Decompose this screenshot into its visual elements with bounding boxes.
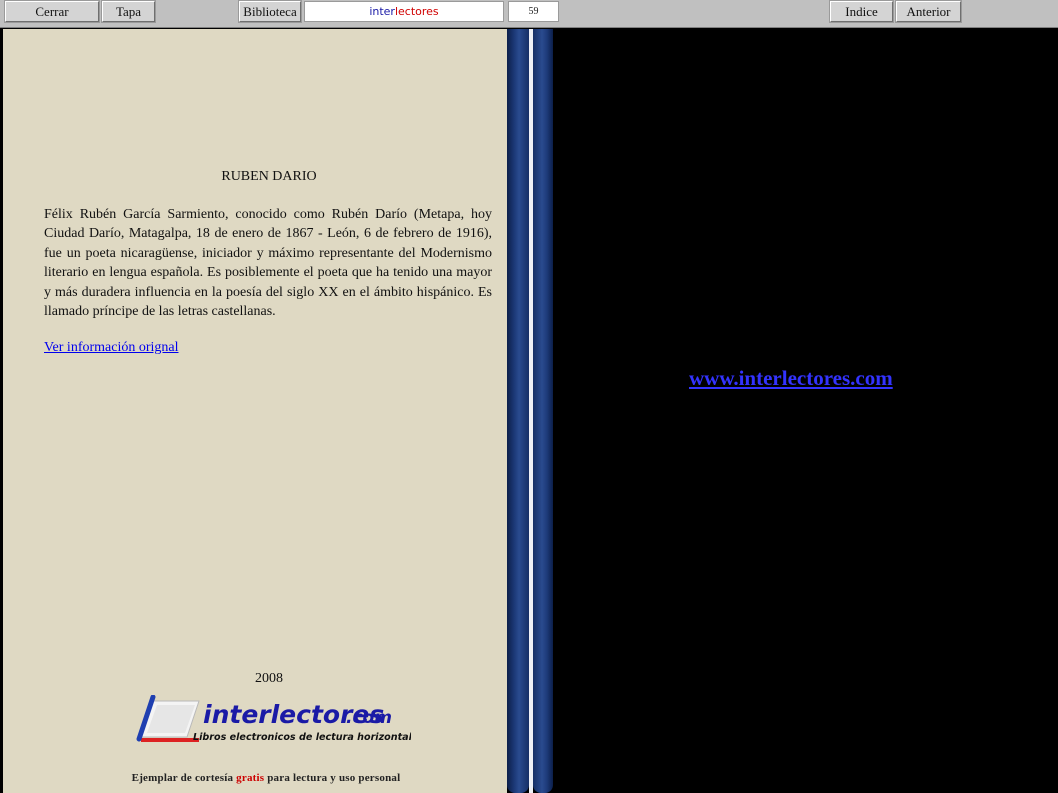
tapa-button[interactable]: Tapa [101, 0, 156, 23]
logo-red-strip [141, 738, 199, 742]
year-label: 2008 [255, 671, 283, 686]
brand-part2: lectores [394, 5, 439, 18]
cerrar-button[interactable]: Cerrar [4, 0, 100, 23]
footer-gratis: gratis [236, 772, 265, 784]
indice-button[interactable]: Indice [829, 0, 894, 23]
right-page [556, 29, 1058, 793]
original-info-link[interactable]: Ver información orignal [44, 340, 179, 356]
footer-text-1: Ejemplar de cortesía [131, 772, 234, 784]
biblioteca-button[interactable]: Biblioteca [238, 0, 302, 23]
website-link[interactable]: www.interlectores.com [689, 366, 893, 391]
courtesy-footer: Ejemplar de cortesía gratis para lectura… [3, 772, 529, 784]
spine-gap [495, 29, 507, 793]
book-spine-left [507, 29, 529, 793]
toolbar-brand: inter lectores [304, 1, 504, 22]
left-page: RUBEN DARIO Félix Rubén García Sarmiento… [3, 29, 495, 793]
interlectores-logo: interlectores .com Libros electronicos d… [136, 695, 411, 743]
page-heading: RUBEN DARIO [221, 169, 317, 184]
logo-suffix: .com [346, 708, 392, 728]
page-number: 59 [508, 1, 559, 22]
book-spine-right [533, 29, 553, 793]
toolbar: Cerrar Tapa Biblioteca inter lectores 59 … [0, 0, 1058, 28]
logo-tagline: Libros electronicos de lectura horizonta… [193, 732, 411, 743]
anterior-button[interactable]: Anterior [895, 0, 962, 23]
footer-text-2: para lectura y uso personal [267, 772, 401, 784]
biography-text: Félix Rubén García Sarmiento, conocido c… [44, 207, 492, 320]
brand-part1: inter [369, 5, 395, 18]
